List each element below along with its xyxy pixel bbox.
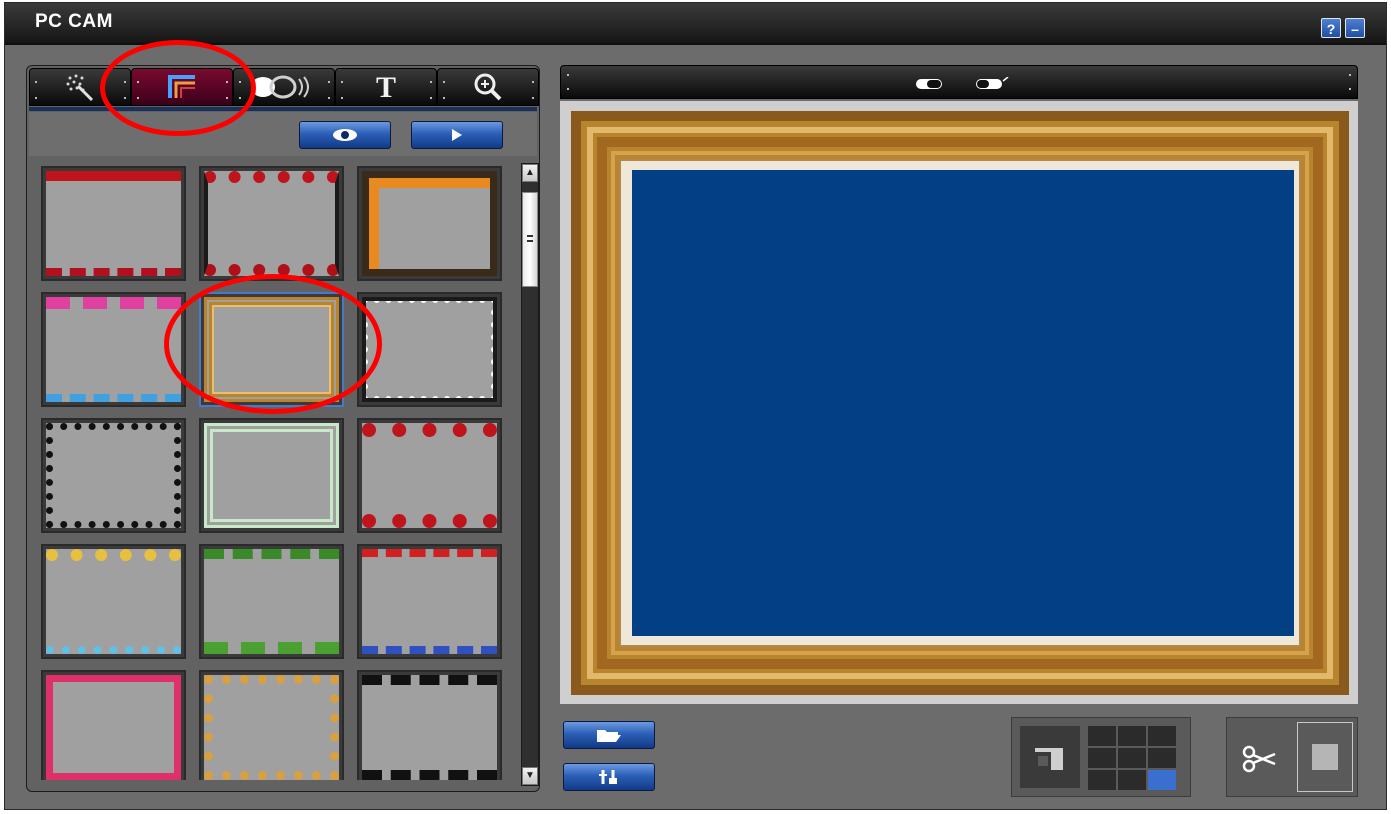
layout-cell[interactable]	[1118, 770, 1146, 790]
apply-button[interactable]	[411, 121, 503, 149]
layout-cell[interactable]	[1148, 726, 1176, 746]
frame-thumbnail-border	[204, 171, 339, 276]
frame-thumbnail-pink-birthday[interactable]	[41, 670, 186, 780]
frame-thumbnail-green-vines[interactable]	[199, 544, 344, 659]
frame-thumbnail-preview	[204, 549, 339, 654]
frame-thumbnail-preview	[362, 171, 497, 276]
layout-cell[interactable]	[1118, 726, 1146, 746]
settings-button[interactable]	[563, 763, 655, 791]
scroll-thumb[interactable]	[522, 192, 538, 287]
frame-thumbnail-preview	[362, 423, 497, 528]
frame-thumbnail-confetti-border[interactable]	[199, 670, 344, 780]
frame-thumbnail-preview	[204, 423, 339, 528]
layout-cell[interactable]	[1148, 748, 1176, 768]
eye-icon	[333, 129, 357, 141]
layout-cell[interactable]	[1088, 726, 1116, 746]
text-icon: T	[375, 71, 396, 104]
sparkle-wand-icon	[66, 74, 94, 102]
toggle-off-icon[interactable]	[915, 77, 945, 91]
frame-thumbnail-border	[362, 297, 497, 402]
frame-thumbnail-gold-ornate[interactable]	[199, 292, 344, 407]
tab-stamps[interactable]	[233, 68, 335, 106]
frame-thumbnail-border	[46, 297, 181, 402]
scroll-up-button[interactable]: ▲	[522, 164, 538, 182]
frame-thumbnail-orange-leaves-corners[interactable]	[357, 166, 502, 281]
frame-thumbnail-preview	[362, 675, 497, 780]
frame-thumbnail-border	[46, 423, 181, 528]
frame-thumbnail-green-white-border[interactable]	[199, 418, 344, 533]
tab-text[interactable]: T	[335, 68, 437, 106]
frame-thumbnail-border	[362, 171, 497, 276]
play-icon	[452, 129, 462, 141]
frame-action-row	[29, 112, 537, 156]
frame-thumbnail-border	[46, 675, 181, 780]
stamp-toggle-icon	[251, 75, 309, 99]
frame-thumbnail-balloons[interactable]	[41, 544, 186, 659]
tab-effects[interactable]	[29, 68, 131, 106]
help-button[interactable]: ?	[1321, 18, 1341, 38]
tab-frames[interactable]	[131, 68, 233, 106]
frame-thumbnail-border	[362, 423, 497, 528]
cut-button[interactable]	[1231, 722, 1293, 792]
frame-thumbnail-border	[204, 675, 339, 780]
frame-thumbnail-preview	[204, 675, 339, 780]
frame-corner-icon	[168, 75, 195, 98]
window-title: PC CAM	[35, 11, 113, 32]
effects-panel: T ▲ ▼	[26, 65, 540, 792]
layout-single-icon	[1035, 748, 1063, 770]
minimize-button[interactable]: –	[1345, 18, 1365, 38]
preview-button[interactable]	[299, 121, 391, 149]
frame-thumbnail-red-leaves-corners[interactable]	[41, 166, 186, 281]
toggle-on-icon[interactable]	[975, 77, 1009, 91]
layout-cell[interactable]	[1088, 770, 1116, 790]
frame-thumbnail-preview	[46, 675, 181, 780]
frame-thumbnail-preview	[362, 549, 497, 654]
stop-button[interactable]	[1297, 722, 1353, 792]
tab-strip: T	[29, 68, 539, 106]
frame-thumbnail-red-flowers-top-bottom[interactable]	[199, 166, 344, 281]
frame-thumbnail-black-film-edge[interactable]	[41, 418, 186, 533]
frame-thumbnail-preview	[204, 171, 339, 276]
frame-thumbnail-red-roses[interactable]	[357, 418, 502, 533]
scroll-down-button[interactable]: ▼	[522, 767, 538, 785]
frame-thumbnail-festive-candles[interactable]	[357, 544, 502, 659]
tools-icon	[599, 770, 617, 784]
frame-thumbnail-border	[362, 675, 497, 780]
layout-cell[interactable]	[1118, 748, 1146, 768]
stop-icon	[1312, 744, 1338, 770]
thumbnail-scrollbar[interactable]: ▲ ▼	[521, 163, 539, 786]
frame-thumbnail-grid	[41, 166, 505, 780]
camera-preview-image	[632, 170, 1294, 636]
open-folder-button[interactable]	[563, 721, 655, 749]
frame-thumbnail-border	[204, 423, 339, 528]
frame-thumbnail-border	[46, 171, 181, 276]
layout-cell[interactable]	[1148, 770, 1176, 790]
frame-thumbnail-border	[362, 549, 497, 654]
frame-thumbnail-white-stamp-edge[interactable]	[357, 292, 502, 407]
frame-thumbnail-border	[204, 549, 339, 654]
title-bar: PC CAM ? –	[5, 3, 1386, 45]
scissors-icon	[1242, 745, 1276, 773]
layout-grid	[1088, 726, 1178, 790]
frame-thumbnail-preview	[46, 549, 181, 654]
frame-thumbnail-border	[204, 297, 339, 402]
zoom-in-icon	[474, 73, 502, 101]
frame-thumbnail-preview	[46, 297, 181, 402]
frame-thumbnail-preview	[46, 171, 181, 276]
frame-thumbnail-preview	[204, 297, 339, 402]
layout-cell[interactable]	[1088, 748, 1116, 768]
frame-thumbnail-preview	[362, 297, 497, 402]
preview-header	[560, 65, 1358, 99]
tab-underline	[29, 107, 537, 111]
layout-single-button[interactable]	[1020, 726, 1080, 788]
frame-thumbnail-film-strip[interactable]	[357, 670, 502, 780]
tab-zoom[interactable]	[437, 68, 539, 106]
layout-selector	[1011, 717, 1191, 797]
capture-tools	[1226, 717, 1358, 797]
frame-thumbnail-border	[46, 549, 181, 654]
folder-open-icon	[597, 730, 621, 742]
frame-thumbnail-rainbow-pencils[interactable]	[41, 292, 186, 407]
frame-thumbnail-preview	[46, 423, 181, 528]
